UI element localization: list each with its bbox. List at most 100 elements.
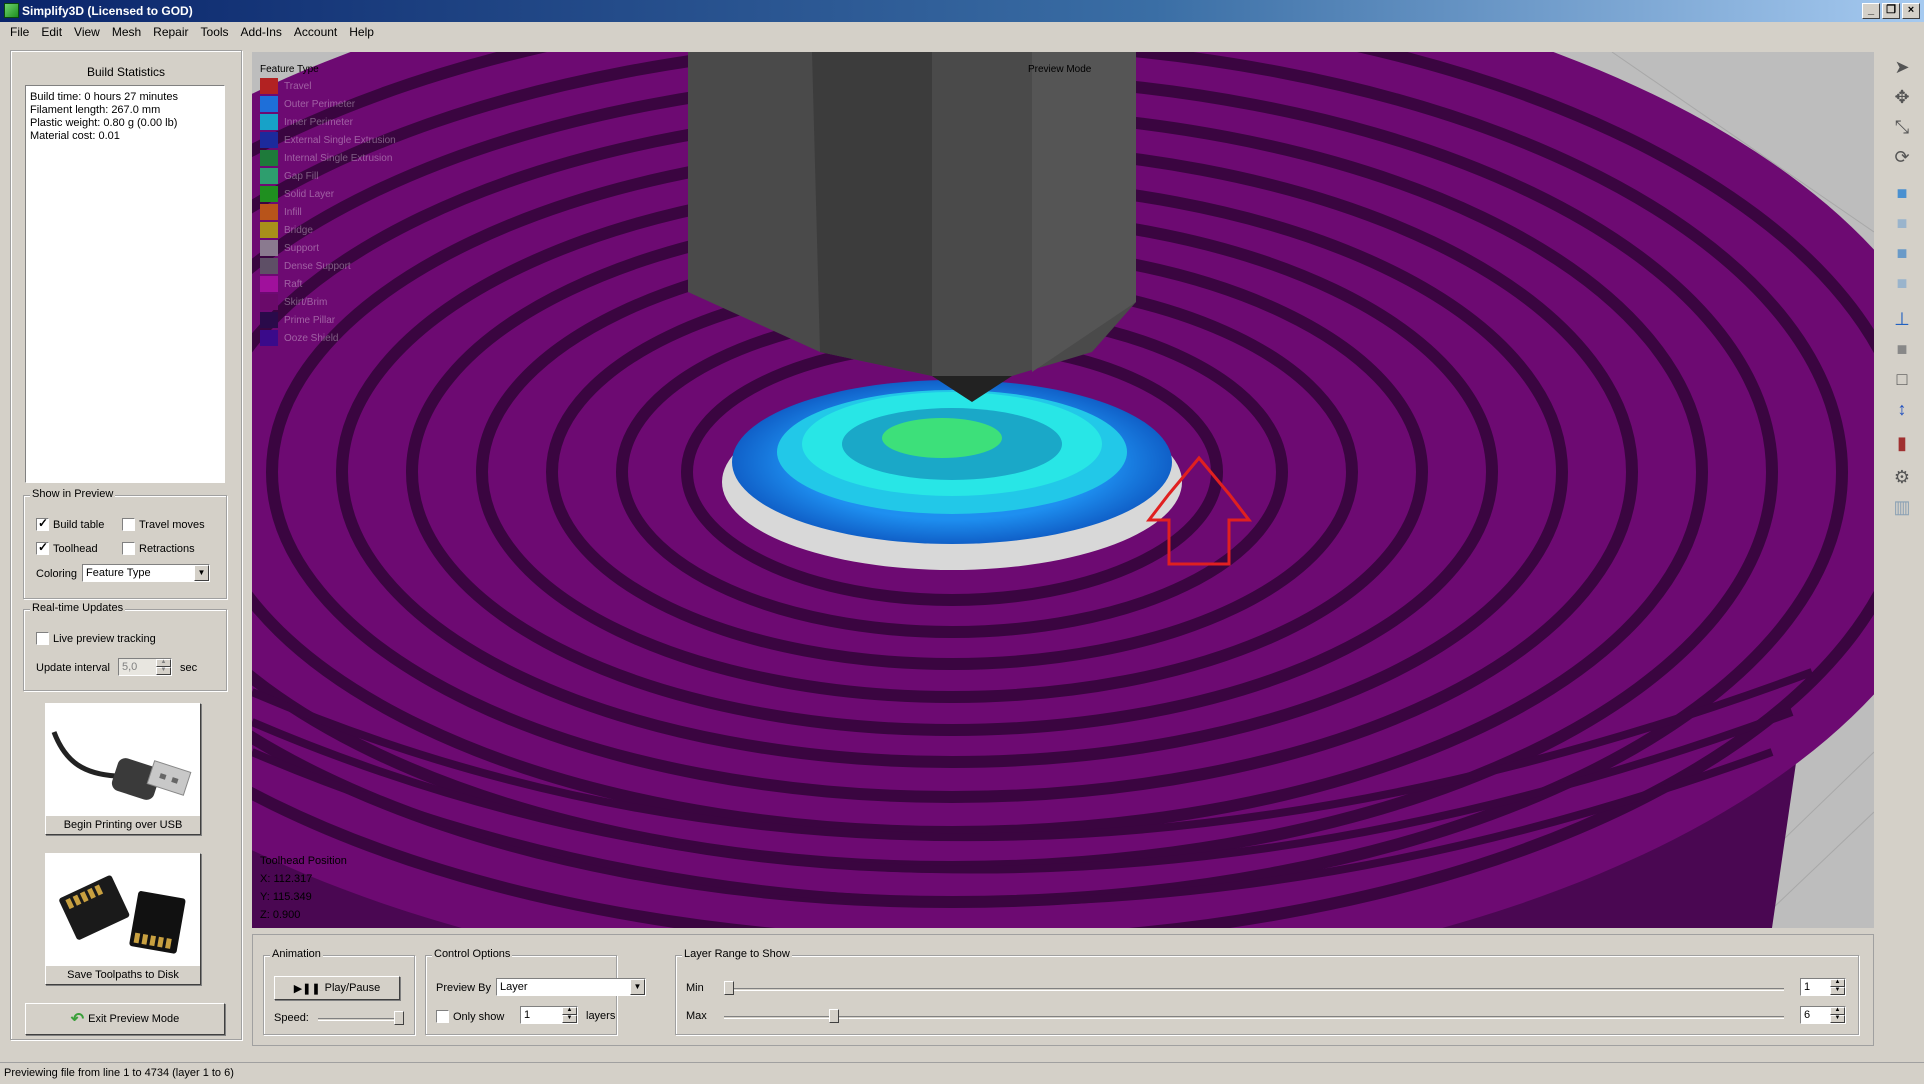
only-show-input[interactable]: 1 ▲ ▼: [520, 1006, 578, 1024]
build-table-checkbox[interactable]: [36, 516, 49, 531]
preview-by-value: Layer: [500, 981, 528, 993]
max-layer-input[interactable]: 6 ▲ ▼: [1800, 1006, 1846, 1024]
retractions-option[interactable]: Retractions: [122, 542, 195, 555]
travel-moves-checkbox[interactable]: [122, 518, 135, 531]
preview-mode-label: Preview Mode: [1028, 64, 1092, 75]
z-axis-icon[interactable]: ↕: [1888, 396, 1916, 422]
cube-side-icon[interactable]: ■: [1888, 240, 1916, 266]
select-arrow-icon[interactable]: ➤: [1888, 54, 1916, 80]
legend-swatch: [260, 294, 278, 310]
legend-swatch: [260, 186, 278, 202]
min-label: Min: [686, 982, 704, 994]
cube-wire-icon[interactable]: □: [1888, 366, 1916, 392]
speed-label: Speed:: [274, 1012, 309, 1024]
menu-add-ins[interactable]: Add-Ins: [235, 22, 288, 42]
max-slider-thumb[interactable]: [829, 1009, 839, 1023]
speed-slider-track[interactable]: [318, 1018, 400, 1021]
cube-front-icon[interactable]: ■: [1888, 180, 1916, 206]
print-over-usb-button[interactable]: Begin Printing over USB: [45, 703, 201, 835]
app-logo-icon: [4, 3, 19, 18]
toolhead-checkbox[interactable]: [36, 540, 49, 555]
stat-filament-length: Filament length: 267.0 mm: [30, 104, 161, 116]
restore-button[interactable]: ❐: [1882, 3, 1900, 19]
menu-edit[interactable]: Edit: [35, 22, 68, 42]
section-icon[interactable]: ▮: [1888, 430, 1916, 456]
legend-item: Inner Perimeter: [260, 113, 396, 131]
coloring-select[interactable]: Feature Type ▼: [82, 564, 210, 582]
menu-view[interactable]: View: [68, 22, 106, 42]
close-button[interactable]: ×: [1902, 3, 1920, 19]
live-tracking-option[interactable]: Live preview tracking: [36, 632, 156, 645]
live-tracking-checkbox[interactable]: [36, 632, 49, 645]
cube-shaded-icon[interactable]: ■: [1888, 336, 1916, 362]
minimize-button[interactable]: _: [1862, 3, 1880, 19]
spin-arrows-icon: ▲ ▼: [156, 659, 171, 675]
stat-build-time: Build time: 0 hours 27 minutes: [30, 91, 178, 103]
rotate-icon[interactable]: ⟳: [1888, 144, 1916, 170]
menu-account[interactable]: Account: [288, 22, 343, 42]
update-interval-label: Update interval: [36, 662, 110, 674]
menu-mesh[interactable]: Mesh: [106, 22, 147, 42]
move-icon[interactable]: ✥: [1888, 84, 1916, 110]
legend-swatch: [260, 168, 278, 184]
update-interval-input[interactable]: 5,0 ▲ ▼: [118, 658, 172, 676]
build-table-option[interactable]: Build table: [36, 516, 104, 531]
legend-swatch: [260, 276, 278, 292]
show-in-preview-legend: Show in Preview: [30, 488, 116, 500]
axes-icon[interactable]: ⊥: [1888, 306, 1916, 332]
legend-label: Solid Layer: [284, 188, 335, 200]
min-slider-thumb[interactable]: [724, 981, 734, 995]
toolhead-label: Toolhead: [53, 542, 98, 555]
update-interval-value: 5,0: [122, 661, 138, 673]
min-slider-track[interactable]: [724, 988, 1784, 991]
cube-top-icon[interactable]: ■: [1888, 210, 1916, 236]
legend-item: Dense Support: [260, 257, 396, 275]
toolhead-position: Toolhead Position X: 112.317 Y: 115.349 …: [260, 852, 347, 924]
max-layer-value: 6: [1804, 1009, 1811, 1021]
menu-tools[interactable]: Tools: [195, 22, 235, 42]
legend-item: Gap Fill: [260, 167, 396, 185]
animation-legend: Animation: [270, 948, 323, 960]
legend-label: Ooze Shield: [284, 332, 339, 344]
preview-viewport[interactable]: Feature Type Travel Outer Perimeter Inne…: [252, 52, 1874, 928]
save-toolpaths-button[interactable]: Save Toolpaths to Disk: [45, 853, 201, 985]
sd-button-label: Save Toolpaths to Disk: [46, 966, 200, 984]
spin-arrows-icon: ▲ ▼: [1830, 1007, 1845, 1023]
retractions-checkbox[interactable]: [122, 542, 135, 555]
cube-iso-icon[interactable]: ■: [1888, 270, 1916, 296]
supports-icon[interactable]: ▥: [1888, 494, 1916, 520]
speed-slider-thumb[interactable]: [394, 1011, 404, 1025]
legend-label: Internal Single Extrusion: [284, 152, 393, 164]
build-statistics-title: Build Statistics: [86, 65, 166, 79]
legend-swatch: [260, 330, 278, 346]
min-layer-input[interactable]: 1 ▲ ▼: [1800, 978, 1846, 996]
build-statistics-box: Build time: 0 hours 27 minutes Filament …: [25, 85, 225, 483]
only-show-checkbox[interactable]: [436, 1010, 449, 1023]
show-in-preview-group: Show in Preview Build table Travel moves…: [23, 488, 227, 599]
legend-label: Prime Pillar: [284, 314, 336, 326]
legend-swatch: [260, 78, 278, 94]
menu-file[interactable]: File: [4, 22, 35, 42]
legend-item: Internal Single Extrusion: [260, 149, 396, 167]
legend-swatch: [260, 240, 278, 256]
only-show-option[interactable]: Only show: [436, 1010, 504, 1023]
legend-item: Prime Pillar: [260, 311, 396, 329]
window-controls: _ ❐ ×: [1862, 3, 1920, 19]
legend-swatch: [260, 132, 278, 148]
play-pause-button[interactable]: ▶❚❚ Play/Pause: [274, 976, 400, 1000]
menu-repair[interactable]: Repair: [147, 22, 194, 42]
max-slider-track[interactable]: [724, 1016, 1784, 1019]
scale-icon[interactable]: ⤡: [1888, 114, 1916, 140]
preview-by-select[interactable]: Layer ▼: [496, 978, 646, 996]
legend-item: Skirt/Brim: [260, 293, 396, 311]
legend-title: Feature Type: [260, 64, 319, 75]
toolhead-option[interactable]: Toolhead: [36, 540, 98, 555]
menu-bar: File Edit View Mesh Repair Tools Add-Ins…: [0, 22, 1924, 42]
travel-moves-option[interactable]: Travel moves: [122, 518, 205, 531]
menu-help[interactable]: Help: [343, 22, 380, 42]
left-panel: Build Statistics Build time: 0 hours 27 …: [10, 50, 242, 1040]
control-options-legend: Control Options: [432, 948, 513, 960]
exit-preview-button[interactable]: ↶ Exit Preview Mode: [25, 1003, 225, 1035]
legend-label: Infill: [284, 206, 302, 218]
gear-icon[interactable]: ⚙: [1888, 464, 1916, 490]
